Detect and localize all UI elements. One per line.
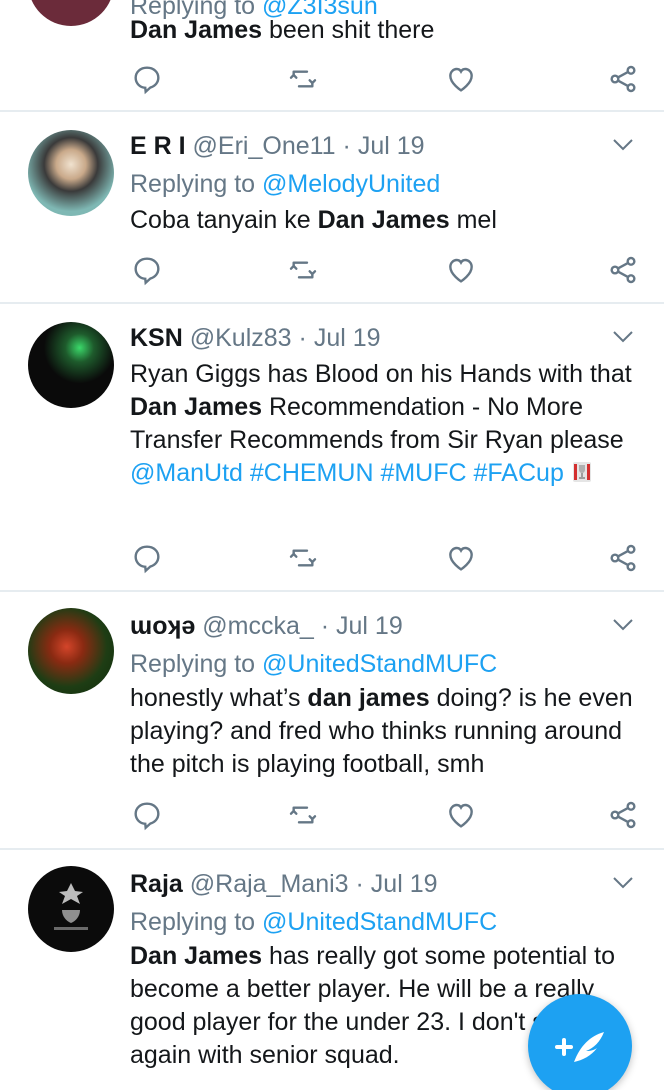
retweet-icon[interactable] — [286, 63, 320, 95]
reply-icon[interactable] — [130, 63, 164, 95]
tweet-actions — [130, 254, 640, 286]
tweet-header: KSN @Kulz83 · Jul 19 — [130, 324, 381, 352]
tweet-date[interactable]: Jul 19 — [358, 132, 425, 160]
tweet-actions — [130, 542, 640, 574]
avatar[interactable] — [28, 866, 114, 952]
hashtag-link[interactable]: #MUFC — [380, 459, 466, 487]
reply-icon[interactable] — [130, 254, 164, 286]
share-icon[interactable] — [606, 63, 640, 95]
tweet-date[interactable]: Jul 19 — [371, 870, 438, 898]
reply-icon[interactable] — [130, 542, 164, 574]
display-name[interactable]: E R I — [130, 132, 186, 160]
tweet-item[interactable]: E R I @Eri_One11 · Jul 19 Replying to @M… — [0, 112, 664, 304]
tweet-item[interactable]: Replying to @Z3I3sun Dan James been shit… — [0, 0, 664, 112]
tweet-text: honestly what’s dan james doing? is he e… — [130, 684, 633, 778]
chevron-down-icon[interactable] — [612, 138, 634, 152]
tweet-header: E R I @Eri_One11 · Jul 19 — [130, 132, 425, 160]
avatar[interactable] — [28, 608, 114, 694]
reply-to-link[interactable]: @UnitedStandMUFC — [262, 908, 497, 936]
reply-context: Replying to @MelodyUnited — [130, 170, 441, 198]
chevron-down-icon[interactable] — [612, 330, 634, 344]
user-handle[interactable]: @Eri_One11 — [193, 132, 336, 160]
retweet-icon[interactable] — [286, 254, 320, 286]
hashtag-link[interactable]: #FACup — [474, 459, 564, 487]
tweet-item[interactable]: ɯoʞǝ @mccka_ · Jul 19 Replying to @Unite… — [0, 592, 664, 850]
fa-cup-trophy-emoji-icon — [571, 460, 593, 484]
reply-context: Replying to @UnitedStandMUFC — [130, 908, 498, 936]
tweet-actions — [130, 63, 640, 95]
tweet-actions — [130, 799, 640, 831]
tweet-text: Dan James been shit there — [130, 16, 435, 44]
retweet-icon[interactable] — [286, 542, 320, 574]
user-handle[interactable]: @Raja_Mani3 — [190, 870, 349, 898]
display-name[interactable]: KSN — [130, 324, 183, 352]
tweet-date[interactable]: Jul 19 — [314, 324, 381, 352]
tweet-text: Coba tanyain ke Dan James mel — [130, 206, 497, 234]
compose-tweet-button[interactable] — [528, 994, 632, 1090]
chevron-down-icon[interactable] — [612, 876, 634, 890]
reply-icon[interactable] — [130, 799, 164, 831]
tweet-header: ɯoʞǝ @mccka_ · Jul 19 — [130, 612, 403, 640]
reply-to-link[interactable]: @MelodyUnited — [262, 170, 440, 198]
hashtag-link[interactable]: #CHEMUN — [250, 459, 374, 487]
reply-to-link[interactable]: @UnitedStandMUFC — [262, 650, 497, 678]
share-icon[interactable] — [606, 254, 640, 286]
avatar[interactable] — [28, 130, 114, 216]
heart-icon[interactable] — [444, 542, 478, 574]
tweet-date[interactable]: Jul 19 — [336, 612, 403, 640]
user-handle[interactable]: @Kulz83 — [190, 324, 292, 352]
compose-tweet-icon — [555, 1032, 604, 1062]
tweet-item[interactable]: KSN @Kulz83 · Jul 19 Ryan Giggs has Bloo… — [0, 304, 664, 592]
avatar[interactable] — [28, 0, 114, 26]
tweet-feed: Replying to @Z3I3sun Dan James been shit… — [0, 0, 664, 1090]
heart-icon[interactable] — [444, 254, 478, 286]
manchester-united-crest-icon — [54, 883, 88, 930]
display-name[interactable]: ɯoʞǝ — [130, 612, 195, 640]
tweet-text: Ryan Giggs has Blood on his Hands with t… — [130, 360, 632, 487]
display-name[interactable]: Raja — [130, 870, 183, 898]
heart-icon[interactable] — [444, 63, 478, 95]
avatar[interactable] — [28, 322, 114, 408]
heart-icon[interactable] — [444, 799, 478, 831]
tweet-header: Raja @Raja_Mani3 · Jul 19 — [130, 870, 438, 898]
user-handle[interactable]: @mccka_ — [202, 612, 314, 640]
chevron-down-icon[interactable] — [612, 618, 634, 632]
share-icon[interactable] — [606, 542, 640, 574]
share-icon[interactable] — [606, 799, 640, 831]
mention-link[interactable]: @ManUtd — [130, 459, 243, 487]
retweet-icon[interactable] — [286, 799, 320, 831]
reply-context: Replying to @UnitedStandMUFC — [130, 650, 498, 678]
